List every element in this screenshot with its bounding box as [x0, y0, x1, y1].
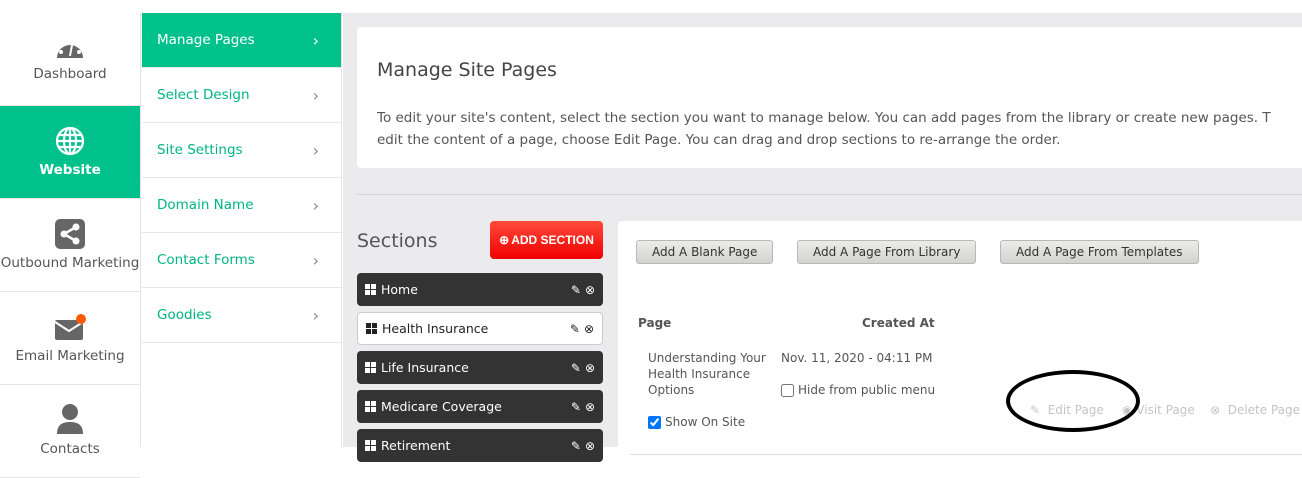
- nav-label: Outbound Marketing: [0, 255, 140, 271]
- description-line: edit the content of a page, choose Edit …: [377, 132, 1061, 148]
- section-label: Retirement: [381, 438, 451, 453]
- submenu-contact-forms[interactable]: Contact Forms ›: [142, 233, 341, 288]
- nav-email-marketing[interactable]: Email Marketing: [0, 292, 140, 385]
- chevron-right-icon: ›: [312, 140, 319, 160]
- row-divider: [630, 454, 1302, 455]
- chevron-right-icon: ›: [312, 195, 319, 215]
- website-submenu: Manage Pages › Select Design › Site Settin…: [142, 13, 342, 447]
- section-item[interactable]: Life Insurance ✎ ⊗: [357, 351, 603, 384]
- section-label: Life Insurance: [381, 360, 469, 375]
- submenu-site-settings[interactable]: Site Settings ›: [142, 123, 341, 178]
- page-title-line: Understanding Your: [648, 351, 766, 365]
- edit-icon[interactable]: ✎: [571, 283, 581, 297]
- header-card: Manage Site Pages To edit your site's co…: [357, 27, 1302, 168]
- checkbox-label: Hide from public menu: [798, 383, 936, 397]
- add-page-from-templates-button[interactable]: Add A Page From Templates: [1000, 240, 1199, 264]
- chevron-right-icon: ›: [312, 250, 319, 270]
- submenu-label: Site Settings: [157, 142, 243, 158]
- visit-page-label: Visit Page: [1136, 403, 1195, 417]
- section-item-selected[interactable]: Health Insurance ✎ ⊗: [357, 312, 603, 345]
- page-title: Manage Site Pages: [377, 59, 557, 81]
- submenu-select-design[interactable]: Select Design ›: [142, 68, 341, 123]
- edit-icon[interactable]: ✎: [571, 361, 581, 375]
- section-item[interactable]: Home ✎ ⊗: [357, 273, 603, 306]
- delete-page-link[interactable]: ⊗ Delete Page: [1210, 403, 1300, 417]
- created-at-cell: Nov. 11, 2020 - 04:11 PM: [781, 351, 933, 365]
- annotation-circle: [1006, 370, 1140, 432]
- delete-circle-icon[interactable]: ⊗: [585, 361, 595, 375]
- add-section-label: ADD SECTION: [511, 233, 594, 247]
- main-content: Manage Site Pages To edit your site's co…: [343, 13, 1302, 462]
- main-nav: Dashboard Website Outbound Marketing Ema…: [0, 13, 141, 478]
- sections-title: Sections: [357, 230, 438, 252]
- submenu-label: Goodies: [157, 307, 212, 323]
- hide-from-menu-checkbox[interactable]: Hide from public menu: [781, 382, 935, 398]
- submenu-goodies[interactable]: Goodies ›: [142, 288, 341, 343]
- submenu-label: Manage Pages: [157, 32, 255, 48]
- column-header-page: Page: [638, 316, 672, 330]
- pages-panel: Add A Blank Page Add A Page From Library…: [618, 221, 1302, 461]
- submenu-manage-pages[interactable]: Manage Pages ›: [142, 13, 341, 68]
- chevron-right-icon: ›: [312, 305, 319, 325]
- sections-list: Home ✎ ⊗ Health Insurance ✎ ⊗ Life Insurance…: [357, 273, 603, 468]
- nav-outbound-marketing[interactable]: Outbound Marketing: [0, 199, 140, 292]
- nav-label: Dashboard: [33, 66, 107, 82]
- section-item[interactable]: Retirement ✎ ⊗: [357, 429, 603, 462]
- add-blank-page-button[interactable]: Add A Blank Page: [636, 240, 774, 264]
- notification-dot: [76, 314, 86, 324]
- section-item[interactable]: Medicare Coverage ✎ ⊗: [357, 390, 603, 423]
- add-page-from-library-button[interactable]: Add A Page From Library: [797, 240, 977, 264]
- submenu-label: Select Design: [157, 87, 250, 103]
- delete-page-label: Delete Page: [1227, 403, 1300, 417]
- chevron-right-icon: ›: [312, 30, 319, 50]
- chevron-right-icon: ›: [312, 85, 319, 105]
- drag-grid-icon[interactable]: [366, 323, 377, 334]
- section-label: Home: [381, 282, 418, 297]
- page-description: To edit your site's content, select the …: [377, 107, 1302, 151]
- envelope-icon: [54, 314, 86, 340]
- nav-website[interactable]: Website: [0, 106, 140, 199]
- submenu-domain-name[interactable]: Domain Name ›: [142, 178, 341, 233]
- section-label: Medicare Coverage: [381, 399, 502, 414]
- drag-grid-icon[interactable]: [365, 284, 376, 295]
- hide-checkbox-input[interactable]: [781, 383, 794, 397]
- show-on-site-checkbox[interactable]: Show On Site: [648, 414, 745, 430]
- drag-grid-icon[interactable]: [365, 401, 376, 412]
- checkbox-label: Show On Site: [665, 415, 746, 429]
- dashboard-icon: [57, 39, 83, 58]
- page-title-line: Health Insurance: [648, 367, 751, 381]
- delete-circle-icon: ⊗: [1210, 403, 1221, 417]
- globe-icon: [55, 126, 85, 156]
- delete-circle-icon[interactable]: ⊗: [585, 439, 595, 453]
- nav-dashboard[interactable]: Dashboard: [0, 13, 140, 106]
- delete-circle-icon[interactable]: ⊗: [585, 283, 595, 297]
- user-icon: [57, 404, 83, 434]
- edit-icon[interactable]: ✎: [571, 439, 581, 453]
- submenu-label: Domain Name: [157, 197, 254, 213]
- plus-circle-icon: ⊕: [499, 233, 510, 247]
- drag-grid-icon[interactable]: [365, 440, 376, 451]
- drag-grid-icon[interactable]: [365, 362, 376, 373]
- submenu-label: Contact Forms: [157, 252, 255, 268]
- column-header-created-at: Created At: [862, 316, 935, 330]
- delete-circle-icon[interactable]: ⊗: [584, 322, 594, 336]
- top-strip: [0, 0, 1302, 13]
- add-section-button[interactable]: ⊕ ADD SECTION: [490, 221, 603, 259]
- show-checkbox-input[interactable]: [648, 415, 661, 429]
- page-title-cell[interactable]: Understanding Your Health Insurance Option…: [648, 350, 766, 398]
- share-icon: [55, 219, 85, 249]
- delete-circle-icon[interactable]: ⊗: [585, 400, 595, 414]
- edit-icon[interactable]: ✎: [570, 322, 580, 336]
- nav-label: Contacts: [40, 441, 100, 457]
- edit-icon[interactable]: ✎: [571, 400, 581, 414]
- nav-contacts[interactable]: Contacts: [0, 385, 140, 478]
- divider: [357, 194, 1302, 195]
- description-line: To edit your site's content, select the …: [377, 110, 1271, 126]
- nav-label: Email Marketing: [15, 348, 125, 364]
- nav-label: Website: [39, 162, 101, 178]
- page-title-line: Options: [648, 383, 695, 397]
- section-label: Health Insurance: [382, 321, 489, 336]
